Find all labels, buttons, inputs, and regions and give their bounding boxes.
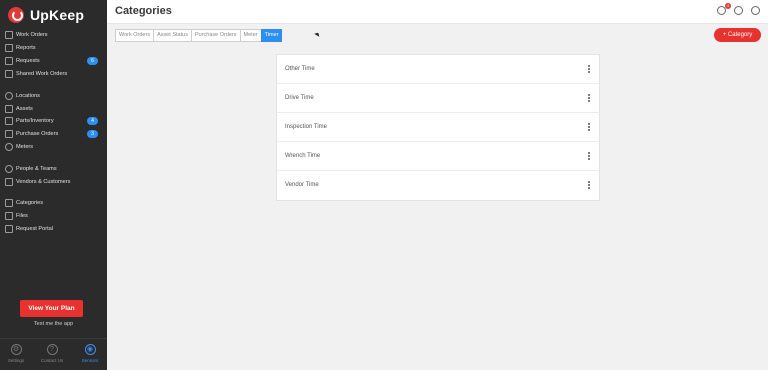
sidebar-item-label: Request Portal (16, 225, 54, 232)
settings-label: Settings (7, 358, 25, 363)
sensor-icon: ◉ (84, 344, 96, 355)
count-badge: 3 (87, 130, 98, 138)
settings-button[interactable]: ⚙ Settings (0, 344, 32, 363)
logo[interactable]: UpKeep (8, 5, 84, 25)
more-options-icon[interactable] (587, 152, 591, 162)
mouse-cursor-icon (314, 31, 321, 37)
more-options-icon[interactable] (587, 181, 591, 191)
tab-timer[interactable]: Timer (260, 29, 283, 42)
file-icon (5, 212, 13, 220)
sidebar-item-assets[interactable]: Assets (0, 103, 107, 115)
sidebar-item-categories[interactable]: Categories (0, 197, 107, 209)
list-item[interactable]: Wrench Time (277, 142, 599, 171)
sidebar-item-label: Files (16, 212, 28, 219)
asset-icon (5, 105, 13, 113)
bell-icon[interactable] (734, 6, 743, 15)
tag-icon (5, 199, 13, 207)
sidebar-item-label: People & Teams (16, 165, 57, 172)
sidebar-item-request-portal[interactable]: Request Portal (0, 223, 107, 235)
sidebar-item-label: Purchase Orders (16, 130, 59, 137)
sensors-button[interactable]: ◉ Sensors (74, 344, 106, 363)
meter-icon (5, 143, 13, 151)
sidebar-item-files[interactable]: Files (0, 210, 107, 222)
sidebar-item-label: Requests (16, 57, 40, 64)
more-options-icon[interactable] (587, 94, 591, 104)
report-icon (5, 44, 13, 52)
list-item[interactable]: Inspection Time (277, 113, 599, 142)
wrench-icon (5, 117, 13, 125)
sidebar-item-people-teams[interactable]: People & Teams (0, 163, 107, 175)
sidebar: UpKeep Work Orders Reports Requests 6 Sh… (0, 0, 107, 370)
sidebar-item-label: Locations (16, 92, 40, 99)
inbox-icon (5, 57, 13, 65)
sidebar-item-work-orders[interactable]: Work Orders (0, 29, 107, 41)
category-name: Drive Time (285, 95, 314, 101)
category-name: Wrench Time (285, 153, 321, 159)
portal-icon (5, 225, 13, 233)
sidebar-bottom-bar: ⚙ Settings ? Contact Us ◉ Sensors (0, 338, 107, 370)
contact-us-button[interactable]: ? Contact Us (36, 344, 68, 363)
cart-icon (5, 130, 13, 138)
view-your-plan-button[interactable]: View Your Plan (20, 300, 83, 317)
tab-work-orders[interactable]: Work Orders (115, 29, 155, 42)
list-item[interactable]: Other Time (277, 55, 599, 84)
category-list: Other Time Drive Time Inspection Time Wr… (276, 54, 600, 201)
people-icon (5, 165, 13, 173)
page-title: Categories (115, 5, 172, 17)
tab-meter[interactable]: Meter (239, 29, 262, 42)
notification-badge: 4 (725, 3, 731, 9)
vendor-icon (5, 178, 13, 186)
sensors-label: Sensors (81, 358, 99, 363)
sidebar-item-reports[interactable]: Reports (0, 42, 107, 54)
sidebar-item-label: Categories (16, 199, 44, 206)
sidebar-item-label: Work Orders (16, 31, 48, 38)
more-options-icon[interactable] (587, 123, 591, 133)
category-type-tabs: Work Orders Asset Status Purchase Orders… (115, 29, 283, 42)
sidebar-item-requests[interactable]: Requests 6 (0, 55, 107, 67)
sidebar-item-parts-inventory[interactable]: Parts/Inventory 4 (0, 115, 107, 127)
category-name: Inspection Time (285, 124, 328, 130)
help-icon: ? (46, 344, 58, 355)
brand-name: UpKeep (30, 7, 85, 23)
share-icon (5, 70, 13, 78)
clipboard-icon (5, 31, 13, 39)
tab-purchase-orders[interactable]: Purchase Orders (190, 29, 241, 42)
contact-us-label: Contact Us (40, 358, 64, 363)
add-category-button[interactable]: + Category (714, 28, 761, 42)
sidebar-item-vendors-customers[interactable]: Vendors & Customers (0, 176, 107, 188)
tab-asset-status[interactable]: Asset Status (153, 29, 192, 42)
sidebar-item-label: Assets (16, 105, 33, 112)
category-name: Other Time (285, 66, 315, 72)
sidebar-item-shared-work-orders[interactable]: Shared Work Orders (0, 68, 107, 80)
list-item[interactable]: Drive Time (277, 84, 599, 113)
sidebar-item-label: Meters (16, 143, 34, 150)
sidebar-item-meters[interactable]: Meters (0, 141, 107, 153)
top-header: Categories 4 (107, 0, 768, 24)
count-badge: 6 (87, 57, 98, 65)
list-item[interactable]: Vendor Time (277, 171, 599, 200)
sidebar-item-label: Reports (16, 44, 36, 51)
category-name: Vendor Time (285, 182, 319, 188)
sidebar-item-locations[interactable]: Locations (0, 90, 107, 102)
sidebar-item-label: Shared Work Orders (16, 70, 68, 77)
upkeep-logo-icon (8, 7, 24, 23)
count-badge: 4 (87, 117, 98, 125)
sidebar-item-label: Parts/Inventory (16, 117, 54, 124)
sidebar-item-purchase-orders[interactable]: Purchase Orders 3 (0, 128, 107, 140)
location-icon (5, 92, 13, 100)
more-options-icon[interactable] (587, 65, 591, 75)
text-me-the-app-link[interactable]: Text me the app (0, 321, 107, 327)
sidebar-item-label: Vendors & Customers (16, 178, 71, 185)
user-avatar-icon[interactable] (751, 6, 760, 15)
gear-icon: ⚙ (10, 344, 22, 355)
